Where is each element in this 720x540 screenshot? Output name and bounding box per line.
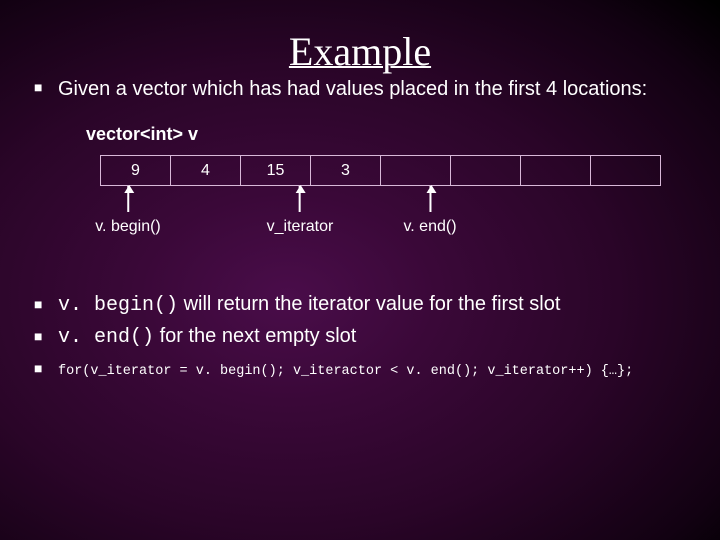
cell-5	[451, 156, 521, 186]
arrow-begin: v. begin()	[95, 186, 161, 236]
cell-0: 9	[101, 156, 171, 186]
arrow-up-icon	[299, 186, 301, 212]
cell-3: 3	[311, 156, 381, 186]
arrow-row: v. begin() v_iterator v. end()	[100, 186, 690, 256]
label-iterator: v_iterator	[267, 218, 334, 236]
bullet-begin: v. begin() will return the iterator valu…	[34, 290, 690, 320]
vector-declaration: vector<int> v	[86, 124, 690, 145]
code-end: v. end()	[58, 326, 154, 349]
code-for: for(v_iterator = v. begin(); v_iteractor…	[58, 364, 633, 379]
vector-diagram: 9 4 15 3	[100, 155, 690, 186]
slide: Example Given a vector which has had val…	[0, 0, 720, 383]
label-begin: v. begin()	[95, 218, 161, 236]
intro-list: Given a vector which has had values plac…	[30, 77, 690, 102]
arrow-end: v. end()	[403, 186, 456, 236]
intro-bullet: Given a vector which has had values plac…	[34, 77, 690, 102]
code-begin: v. begin()	[58, 294, 178, 317]
arrow-iterator: v_iterator	[267, 186, 334, 236]
slide-title: Example	[30, 28, 690, 75]
label-end: v. end()	[403, 218, 456, 236]
text-end: for the next empty slot	[154, 325, 356, 347]
arrow-up-icon	[127, 186, 129, 212]
cell-6	[521, 156, 591, 186]
bullet-end: v. end() for the next empty slot	[34, 322, 690, 352]
bottom-list: v. begin() will return the iterator valu…	[30, 290, 690, 383]
cell-7	[591, 156, 661, 186]
cell-1: 4	[171, 156, 241, 186]
arrow-up-icon	[429, 186, 431, 212]
cell-4	[381, 156, 451, 186]
cell-2: 15	[241, 156, 311, 186]
vector-cells: 9 4 15 3	[100, 155, 661, 186]
text-begin: will return the iterator value for the f…	[178, 293, 560, 315]
bullet-for: for(v_iterator = v. begin(); v_iteractor…	[34, 354, 690, 383]
